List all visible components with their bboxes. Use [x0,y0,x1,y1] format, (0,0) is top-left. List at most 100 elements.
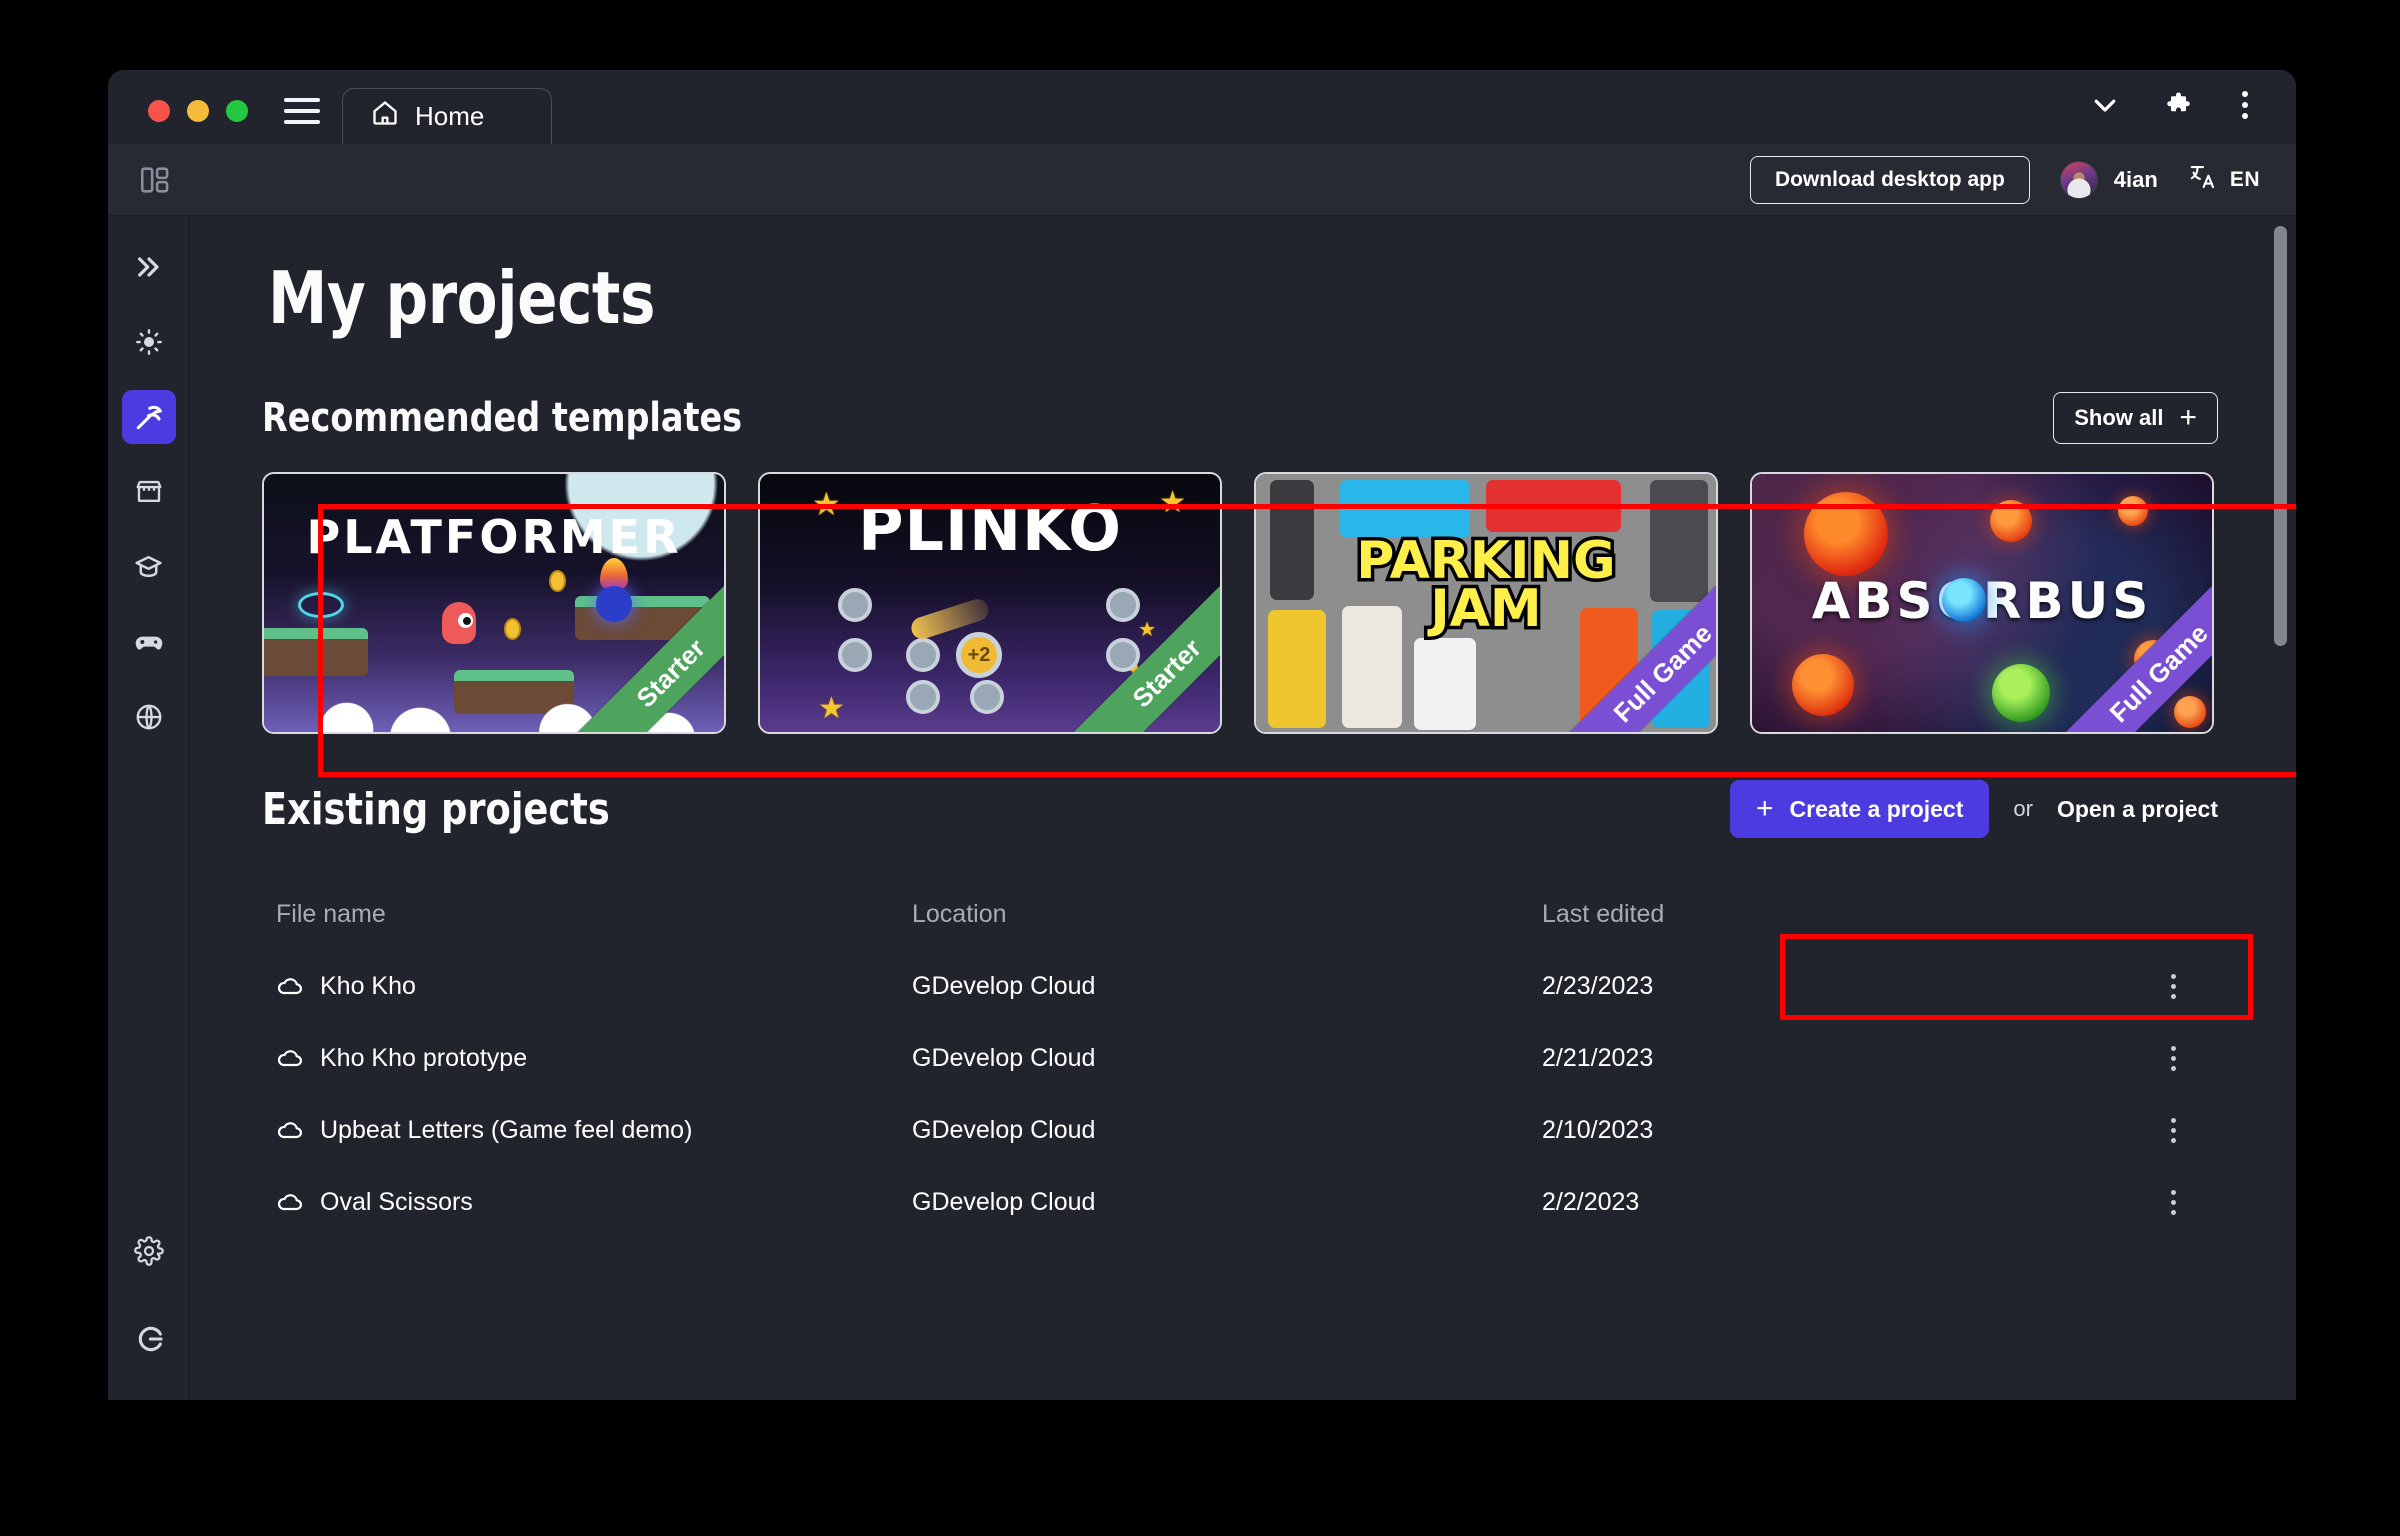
template-title-plinko: PLINKO [760,492,1220,565]
app-header: Download desktop app 4ian EN [108,144,2296,216]
kebab-menu-icon [2171,1190,2176,1215]
home-icon [371,99,399,134]
table-row[interactable]: Kho Kho GDevelop Cloud 2/23/2023 [262,950,2218,1022]
main-content: My projects Recommended templates Show a… [190,216,2296,1400]
browser-tabstrip: Home [108,70,2296,144]
sidebar-item-theme[interactable] [122,315,176,369]
project-name-cell: Oval Scissors [262,1188,912,1217]
absorbus-orb-red-2 [1990,500,2032,542]
recommended-templates-header: Recommended templates Show all + [262,392,2218,444]
platformer-coin-2 [504,618,521,640]
or-separator: or [2013,796,2033,822]
table-row[interactable]: Upbeat Letters (Game feel demo) GDevelop… [262,1094,2218,1166]
open-project-button[interactable]: Open a project [2057,796,2218,823]
layout-panel-icon[interactable] [138,163,172,197]
platformer-hero [442,602,476,644]
column-header-location: Location [912,900,1542,929]
existing-projects-title: Existing projects [262,784,610,835]
platformer-eye-decor [298,592,344,618]
row-menu-button[interactable] [2128,1190,2218,1215]
row-menu-button[interactable] [2128,974,2218,999]
show-all-label: Show all [2074,405,2163,431]
user-chip[interactable]: 4ian [2060,161,2158,199]
puzzle-extension-icon[interactable] [2166,90,2196,120]
translate-icon [2188,162,2218,197]
gdevelop-logo-icon[interactable] [122,1312,176,1366]
absorbus-orb-green [1992,664,2050,722]
template-card-absorbus[interactable]: ABSORBUS Full Game [1750,472,2214,734]
close-window-button[interactable] [148,100,170,122]
create-project-button[interactable]: + Create a project [1730,780,1989,838]
hamburger-icon[interactable] [284,98,320,124]
template-card-parking-jam[interactable]: PARKING JAM Full Game [1254,472,1718,734]
row-menu-button[interactable] [2128,1118,2218,1143]
gear-icon[interactable] [122,1224,176,1278]
projects-table: File name Location Last edited Kho Kho G… [262,878,2218,1238]
project-actions: + Create a project or Open a project [1730,780,2218,838]
project-last-edited: 2/10/2023 [1542,1116,2128,1145]
expand-sidebar-button[interactable] [122,240,176,294]
browser-tab-label: Home [415,101,484,132]
column-header-last-edited: Last edited [1542,900,2128,929]
app-body: My projects Recommended templates Show a… [108,216,2296,1400]
vertical-scrollbar[interactable] [2274,226,2287,646]
template-card-plinko[interactable]: ★ ★ ★ ★ ★ ★ ★ [758,472,1222,734]
kebab-menu-icon [2171,1118,2176,1143]
sidebar-item-learn[interactable] [122,540,176,594]
project-name: Kho Kho [320,972,416,1001]
avatar [2060,161,2098,199]
sidebar-item-play[interactable] [122,615,176,669]
table-row[interactable]: Kho Kho prototype GDevelop Cloud 2/21/20… [262,1022,2218,1094]
recommended-templates-title: Recommended templates [262,395,742,441]
sidebar-item-shop[interactable] [122,465,176,519]
table-row[interactable]: Oval Scissors GDevelop Cloud 2/2/2023 [262,1166,2218,1238]
plinko-peg-4 [906,638,940,672]
platformer-coin-1 [549,570,566,592]
kebab-menu-icon [2171,974,2176,999]
plinko-peg-2 [1106,588,1140,622]
project-name-cell: Kho Kho prototype [262,1044,912,1073]
absorbus-orb-red-3 [2118,496,2148,526]
plinko-score-coin: +2 [956,632,1002,678]
browser-tab-home[interactable]: Home [342,88,552,144]
absorbus-orb-red-1 [1804,492,1888,576]
platformer-ground-1 [262,628,368,676]
project-name-cell: Upbeat Letters (Game feel demo) [262,1116,912,1145]
row-menu-button[interactable] [2128,1046,2218,1071]
download-desktop-app-button[interactable]: Download desktop app [1750,156,2030,204]
projects-table-header: File name Location Last edited [262,878,2218,950]
create-project-label: Create a project [1790,796,1964,823]
left-sidebar [108,216,190,1400]
cloud-icon [276,1044,304,1072]
maximize-window-button[interactable] [226,100,248,122]
chevron-down-icon[interactable] [2090,90,2120,120]
sidebar-item-build[interactable] [122,390,176,444]
project-last-edited: 2/23/2023 [1542,972,2128,1001]
sidebar-item-community[interactable] [122,690,176,744]
absorbus-orb-red-6 [2174,696,2206,728]
project-location: GDevelop Cloud [912,1044,1542,1073]
user-name: 4ian [2114,167,2158,193]
kebab-menu-icon [2171,1046,2176,1071]
project-last-edited: 2/2/2023 [1542,1188,2128,1217]
absorbus-orb-red-4 [1792,654,1854,716]
project-location: GDevelop Cloud [912,972,1542,1001]
template-card-platformer[interactable]: PLATFORMER Starter [262,472,726,734]
platformer-enemy [596,586,632,622]
cloud-icon [276,1188,304,1216]
language-selector[interactable]: EN [2188,162,2260,197]
show-all-templates-button[interactable]: Show all + [2053,392,2218,444]
plinko-peg-1 [838,588,872,622]
cloud-icon [276,1116,304,1144]
plinko-star-5: ★ [1138,620,1156,640]
minimize-window-button[interactable] [187,100,209,122]
template-card-list: PLATFORMER Starter ★ ★ ★ ★ ★ ★ ★ [262,472,2218,734]
project-name: Upbeat Letters (Game feel demo) [320,1116,692,1145]
parking-jam-title-line-2: JAM [1256,586,1716,634]
kebab-menu-icon[interactable] [2242,91,2248,119]
project-name: Oval Scissors [320,1188,473,1217]
window-traffic-lights [108,100,248,144]
column-header-file-name: File name [262,900,912,929]
parking-car-red [1486,480,1621,532]
parking-car-blue-1 [1340,480,1470,538]
